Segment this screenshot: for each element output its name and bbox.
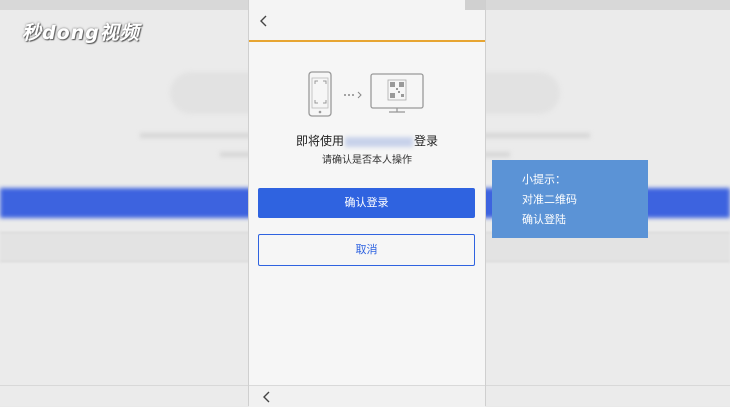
phone-bottom-bar	[249, 385, 485, 407]
tip-box: 小提示： 对准二维码 确认登陆	[492, 160, 648, 238]
scan-qr-illustration-icon	[308, 71, 424, 117]
cancel-button[interactable]: 取消	[258, 234, 475, 266]
back-arrow-icon[interactable]	[261, 391, 273, 403]
login-prompt-subtitle: 请确认是否本人操作	[322, 155, 412, 166]
blurred-account-name	[345, 136, 413, 147]
login-prompt-title: 即将使用 登录	[249, 132, 485, 149]
title-prefix: 即将使用	[295, 134, 344, 148]
phone-header	[249, 0, 485, 42]
tip-line: 确认登陆	[522, 213, 566, 226]
confirm-login-button[interactable]: 确认登录	[258, 188, 475, 218]
tip-line: 对准二维码	[522, 193, 577, 206]
back-arrow-icon[interactable]	[257, 14, 271, 28]
tip-heading: 小提示：	[522, 173, 566, 186]
phone-screen: 即将使用 登录 请确认是否本人操作 确认登录 取消	[248, 0, 486, 407]
header-corner	[465, 0, 485, 10]
title-suffix: 登录	[414, 134, 439, 148]
watermark-logo: 秒dong视频	[22, 22, 140, 44]
